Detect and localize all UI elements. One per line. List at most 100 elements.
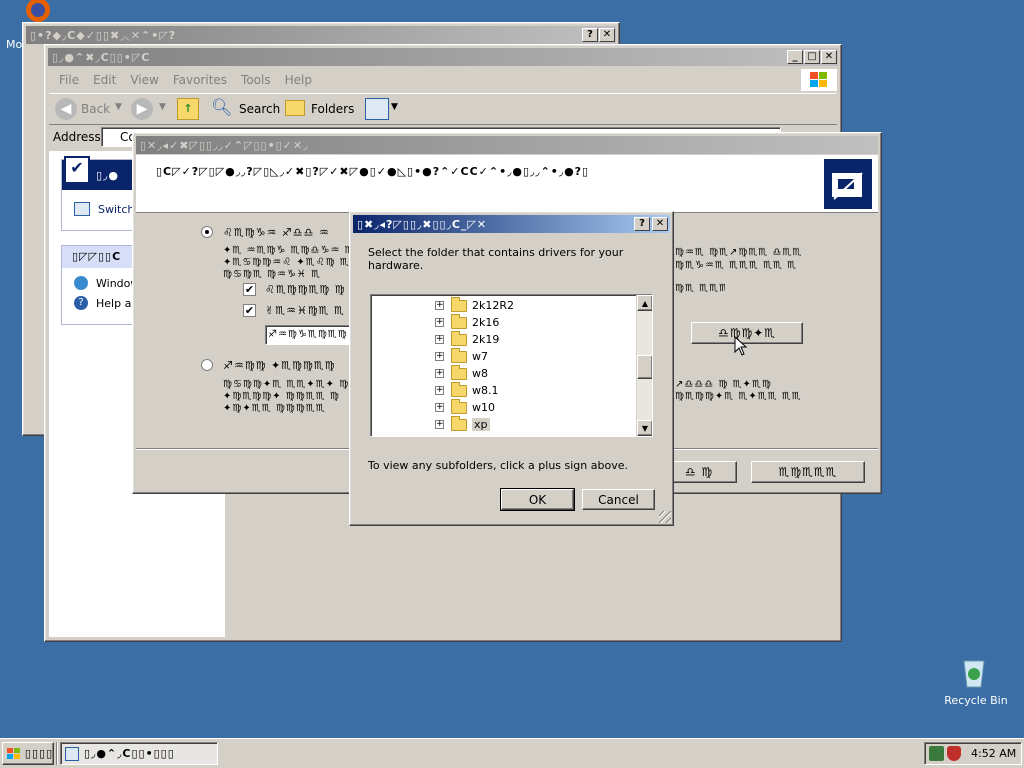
chevron-down-icon[interactable]: ▼ bbox=[159, 102, 166, 112]
maximize-button[interactable]: □ bbox=[804, 50, 820, 64]
taskbar-task-explorer[interactable]: ▯◞●⌃◞C▯▯•▯▯▯ bbox=[60, 742, 218, 765]
expand-plus-icon[interactable]: + bbox=[435, 318, 444, 327]
right-desc-line2: ♍♏♑♒♏ ♏♏♏ ♏♏ ♏ bbox=[675, 260, 798, 271]
ok-button[interactable]: OK bbox=[500, 488, 575, 511]
right-desc-line4: ↗♎♎♎ ♍ ♏✦♏♍ bbox=[675, 379, 772, 390]
folder-icon bbox=[451, 415, 467, 431]
minimize-button[interactable]: _ bbox=[787, 50, 803, 64]
resize-grip-icon[interactable] bbox=[659, 511, 671, 523]
folder-icon bbox=[451, 364, 467, 380]
folder-tree-item[interactable]: +2k12R2 bbox=[435, 296, 514, 314]
check2-checkbox[interactable]: ✔ bbox=[243, 304, 256, 317]
folder-tree-rows: +2k12R2 +2k16 +2k19 + w7 + w8 + w8.1 + w10 + xp bbox=[435, 295, 635, 436]
menu-file[interactable]: File bbox=[59, 73, 79, 87]
cancel-button[interactable]: Cancel bbox=[582, 489, 655, 510]
menu-help[interactable]: Help bbox=[285, 73, 312, 87]
option2-radio[interactable] bbox=[201, 359, 213, 371]
menu-favorites[interactable]: Favorites bbox=[173, 73, 227, 87]
mouse-cursor-icon bbox=[734, 336, 748, 356]
expand-plus-icon[interactable]: + bbox=[435, 386, 444, 395]
scroll-down-arrow-icon[interactable]: ▼ bbox=[637, 420, 652, 436]
chevron-down-icon[interactable]: ▼ bbox=[391, 102, 398, 112]
driver-path-field[interactable]: ♐♒♍♑♏♍♏♍ bbox=[265, 325, 351, 345]
tree-scrollbar[interactable]: ▲ ▼ bbox=[636, 295, 652, 436]
folder-tree-item-label: w10 bbox=[472, 401, 495, 414]
folder-tree-item[interactable]: +2k16 bbox=[435, 313, 499, 331]
wizard-back-button-label: ♎ ♍ bbox=[684, 465, 714, 479]
close-button[interactable]: ✕ bbox=[652, 217, 668, 231]
dialog-titlebar[interactable]: ▯✖◞◂?◸▯▯◞✖▯▯◞C_◸✕ ? ✕ bbox=[353, 215, 670, 233]
close-button[interactable]: ✕ bbox=[599, 28, 615, 42]
browse-folder-dialog[interactable]: ▯✖◞◂?◸▯▯◞✖▯▯◞C_◸✕ ? ✕ Select the folder … bbox=[349, 211, 674, 526]
expand-plus-icon[interactable]: + bbox=[435, 403, 444, 412]
folder-tree-item[interactable]: + xp bbox=[435, 415, 490, 433]
recycle-bin-label[interactable]: Recycle Bin bbox=[940, 694, 1012, 707]
search-icon[interactable]: 🔍︎ bbox=[211, 98, 233, 120]
menu-bar: File Edit View Favorites Tools Help bbox=[49, 69, 837, 91]
folder-tree-item[interactable]: + w8 bbox=[435, 364, 488, 382]
folder-tree[interactable]: +2k12R2 +2k16 +2k19 + w7 + w8 + w8.1 + w10 + xp ▲ ▼ bbox=[370, 294, 653, 437]
explorer-titlebar[interactable]: ▯◞●⌃✖◞C▯▯•◸C _ □ ✕ bbox=[48, 48, 838, 66]
expand-plus-icon[interactable]: + bbox=[435, 352, 444, 361]
recycle-bin-icon[interactable] bbox=[958, 657, 990, 689]
menu-view[interactable]: View bbox=[130, 73, 158, 87]
option1-label[interactable]: ♌♏♍♑♒ ♐♎♎ ♒ bbox=[223, 226, 330, 239]
check2-label[interactable]: ✌♏♒♓♍♏ ♏ bbox=[265, 304, 351, 317]
expand-plus-icon[interactable]: + bbox=[435, 420, 444, 429]
folder-tree-item-label: 2k19 bbox=[472, 333, 500, 346]
scroll-thumb[interactable] bbox=[637, 355, 652, 379]
folder-tree-item[interactable]: + w8.1 bbox=[435, 381, 499, 399]
help-icon[interactable]: ? bbox=[74, 296, 88, 310]
back-arrow-icon[interactable]: ◀ bbox=[55, 98, 77, 120]
option2-label[interactable]: ♐♒♍♍ ✦♏♍♍♏♍ bbox=[223, 359, 349, 372]
help-button[interactable]: ? bbox=[582, 28, 598, 42]
explorer-task-icon bbox=[65, 746, 79, 761]
help-link[interactable]: Help ar bbox=[96, 297, 136, 310]
expand-plus-icon[interactable]: + bbox=[435, 335, 444, 344]
folders-button-label[interactable]: Folders bbox=[311, 102, 354, 116]
dialog-prompt: Select the folder that contains drivers … bbox=[368, 246, 624, 272]
taskbar-task-label: ▯◞●⌃◞C▯▯•▯▯▯ bbox=[84, 747, 175, 760]
forward-arrow-icon[interactable]: ▶ bbox=[131, 98, 153, 120]
up-folder-icon[interactable]: ↑ bbox=[177, 98, 199, 120]
chevron-down-icon[interactable]: ▼ bbox=[115, 102, 122, 112]
background-window-titlebar[interactable]: ▯•?◆◞C◆✓▯▯✖◞◟✕⌃•◸? ? ✕ bbox=[26, 26, 616, 44]
switch-view-icon[interactable] bbox=[74, 202, 90, 216]
windows-flag-icon bbox=[7, 747, 20, 759]
search-button-label[interactable]: Search bbox=[239, 102, 280, 116]
check1-label[interactable]: ♌♏♍♍♏♍ ♍ bbox=[265, 283, 351, 296]
expand-plus-icon[interactable]: + bbox=[435, 301, 444, 310]
windows-logo-icon bbox=[801, 69, 837, 91]
wizard-title: ▯✕◞◂✓✖◸▯▯◞◞✓⌃◸▯▯•▯✓✕◞ bbox=[140, 138, 309, 152]
clock: 4:52 AM bbox=[971, 747, 1017, 760]
expand-plus-icon[interactable]: + bbox=[435, 369, 444, 378]
option1-radio[interactable] bbox=[201, 226, 213, 238]
folder-tree-item[interactable]: +2k19 bbox=[435, 330, 500, 348]
address-label: Address bbox=[53, 130, 101, 144]
folder-icon bbox=[451, 381, 467, 397]
folder-tree-item-label: w8 bbox=[472, 367, 488, 380]
switch-view-link[interactable]: Switch bbox=[98, 203, 134, 216]
folders-icon[interactable] bbox=[285, 100, 305, 116]
wizard-header-text: ▯C◸✓?◸▯◸●◞◞?◸▯◺◞✓✖▯?◸✓✖◸●▯✓●◺▯•●?⌃✓CC✓⌃•… bbox=[156, 165, 590, 178]
menu-tools[interactable]: Tools bbox=[241, 73, 271, 87]
views-icon[interactable] bbox=[365, 98, 389, 120]
menu-edit[interactable]: Edit bbox=[93, 73, 116, 87]
hardware-wizard-icon bbox=[824, 159, 872, 209]
security-shield-icon[interactable] bbox=[947, 746, 961, 761]
network-tray-icon[interactable] bbox=[929, 746, 944, 761]
right-desc-line1: ♍♒♏ ♍♏↗♍♏♏ ♎♏♏ bbox=[675, 247, 803, 258]
wizard-next-button[interactable]: ♏♍♏♏♏ bbox=[751, 461, 865, 483]
back-button-label[interactable]: Back bbox=[81, 102, 110, 116]
folder-tree-item[interactable]: + w10 bbox=[435, 398, 495, 416]
close-button[interactable]: ✕ bbox=[821, 50, 837, 64]
wizard-titlebar[interactable]: ▯✕◞◂✓✖◸▯▯◞◞✓⌃◸▯▯•▯✓✕◞ bbox=[136, 136, 878, 154]
see-also-title: ▯◸◸▯▯C bbox=[72, 250, 122, 263]
help-button[interactable]: ? bbox=[634, 217, 650, 231]
folder-tree-item[interactable]: + w7 bbox=[435, 347, 488, 365]
option2-desc-line1: ♍♋♍♍✦♏ ♏♏✦♏✦ ♍♍ bbox=[223, 379, 349, 390]
scroll-up-arrow-icon[interactable]: ▲ bbox=[637, 295, 652, 311]
windows-update-icon[interactable] bbox=[74, 276, 88, 290]
start-button[interactable]: ▯▯▯▯ bbox=[2, 742, 54, 765]
check1-checkbox[interactable]: ✔ bbox=[243, 283, 256, 296]
